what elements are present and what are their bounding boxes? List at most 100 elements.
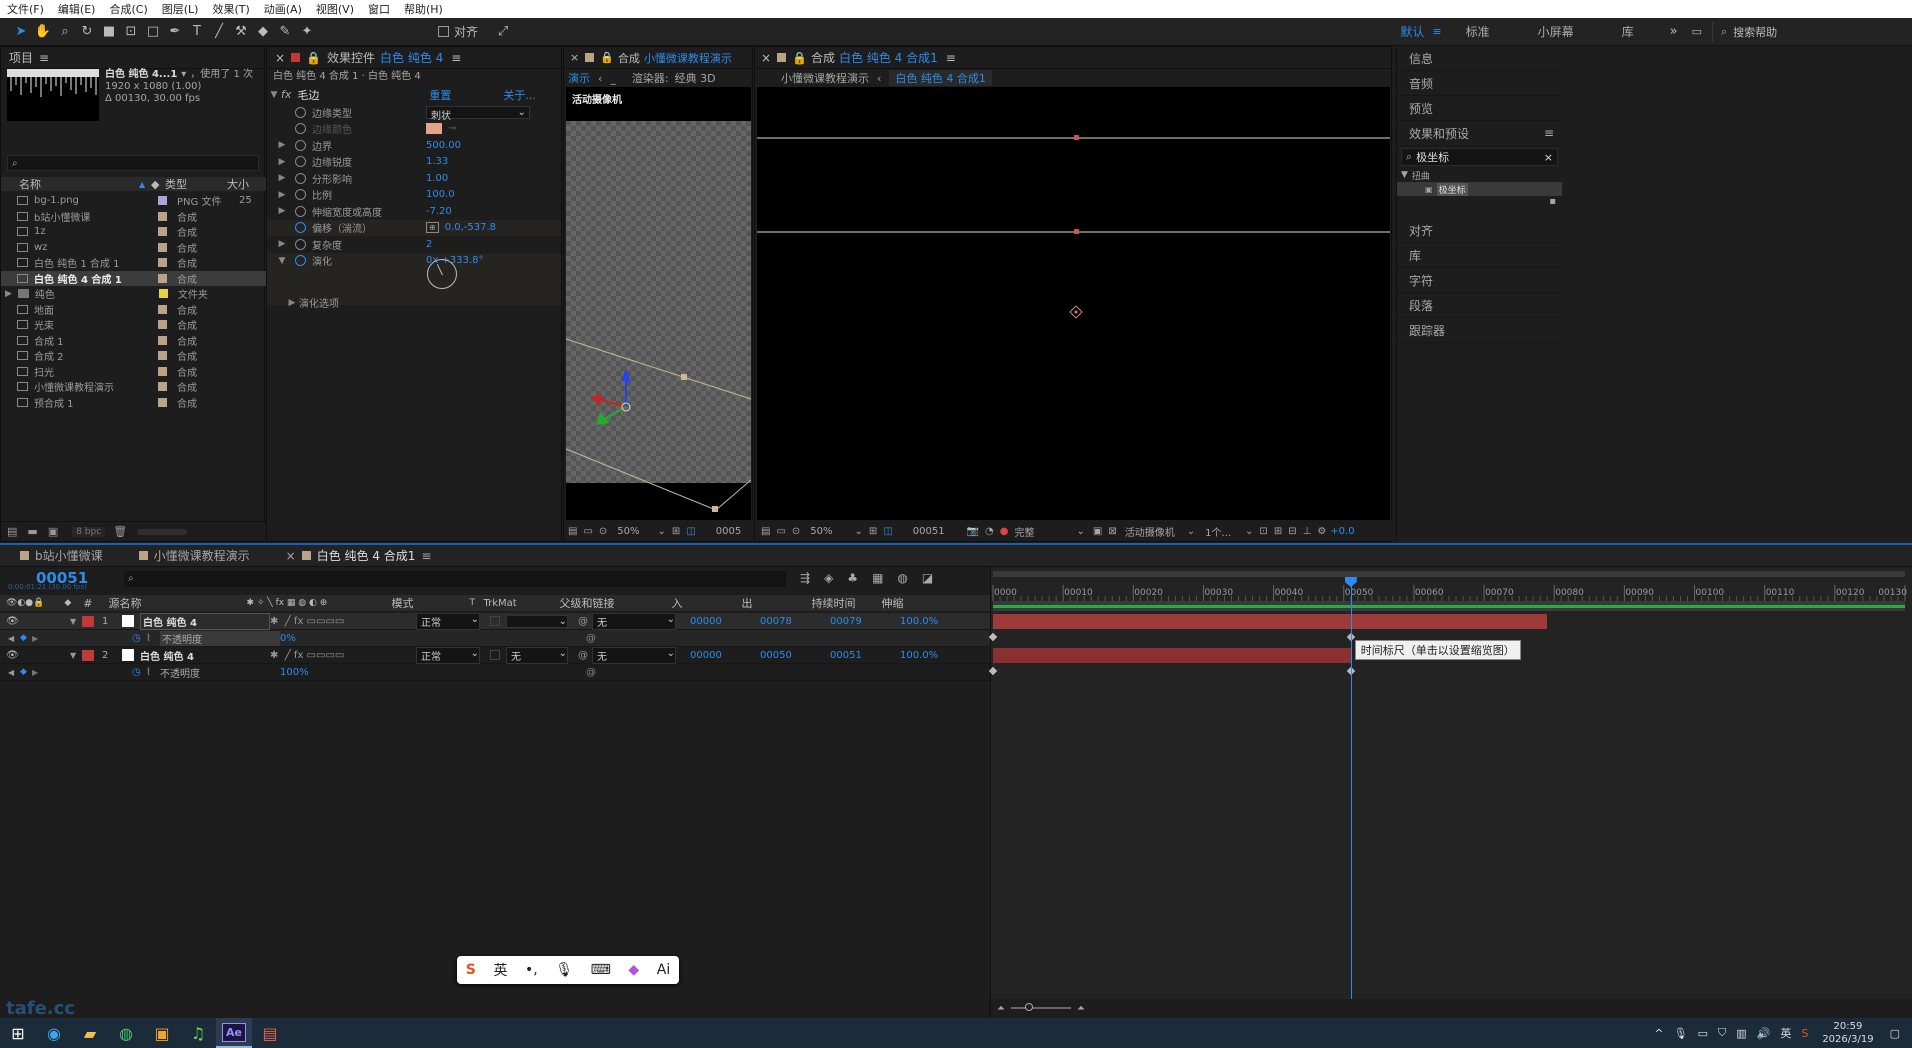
microphone-icon[interactable]: 🎙: [555, 962, 573, 978]
col-type-header[interactable]: 类型: [165, 176, 227, 192]
project-item[interactable]: bg-1.png PNG 文件 25: [1, 193, 266, 209]
interpret-footage-icon[interactable]: ▤: [7, 525, 17, 538]
expand-triangle-icon[interactable]: ▼: [267, 90, 281, 100]
timeline-tab-3[interactable]: 白色 纯色 4 合成1: [317, 547, 416, 564]
next-keyframe-icon[interactable]: ▶: [32, 634, 132, 643]
prev-keyframe-icon[interactable]: ◀: [8, 668, 20, 677]
info-panel[interactable]: 信息: [1397, 46, 1562, 71]
clear-search-icon[interactable]: ×: [1544, 151, 1553, 164]
puppet-tool-icon[interactable]: ✦: [296, 21, 318, 43]
preview-panel[interactable]: 预览: [1397, 96, 1562, 121]
expand-triangle-icon[interactable]: ▶: [275, 140, 289, 150]
comp-breadcrumb-parent[interactable]: 小懂微课教程演示: [781, 70, 869, 86]
comp-left-breadcrumb[interactable]: 演示: [568, 70, 590, 86]
label-color-swatch[interactable]: [158, 304, 167, 314]
effect-property-row[interactable]: 偏移（湍流） ⊕ 0.0,-537.8: [267, 219, 561, 236]
ime-ai-button[interactable]: Ai: [657, 962, 670, 978]
effect-controls-tab[interactable]: × 🔒 效果控件 白色 纯色 4 ≡: [267, 47, 561, 69]
close-icon[interactable]: ×: [286, 549, 296, 563]
trkmat-select[interactable]: 无 ⌄: [506, 646, 568, 664]
work-area-bar[interactable]: [993, 601, 1905, 611]
project-item[interactable]: 扫光 合成: [1, 364, 266, 380]
fx-icon[interactable]: fx: [281, 88, 291, 101]
layer-label-color[interactable]: [82, 649, 94, 661]
project-item[interactable]: 地面 合成: [1, 302, 266, 318]
layer-duration-bar[interactable]: [993, 648, 1351, 663]
label-color-swatch[interactable]: [158, 351, 167, 361]
stopwatch-icon[interactable]: [295, 238, 306, 250]
timeline-tab-1[interactable]: b站小懂微课: [35, 547, 103, 564]
chevron-down-icon[interactable]: ⌄: [658, 526, 666, 537]
network-icon[interactable]: ▥: [1736, 1027, 1746, 1040]
roto-brush-tool-icon[interactable]: ✎: [274, 21, 296, 43]
comp-left-canvas[interactable]: 活动摄像机: [566, 87, 751, 520]
property-value[interactable]: 100%: [280, 667, 586, 678]
label-color-swatch[interactable]: [158, 320, 167, 330]
stopwatch-icon[interactable]: [295, 255, 306, 267]
always-preview-icon[interactable]: ▤: [568, 526, 577, 537]
visibility-eye-icon[interactable]: 👁: [6, 616, 22, 627]
label-color-swatch[interactable]: [158, 258, 167, 268]
microphone-tray-icon[interactable]: 🎙: [1674, 1027, 1688, 1040]
resolution-select[interactable]: 完整: [1015, 524, 1035, 539]
comp-left-tab[interactable]: × 🔒 合成 小懂微课教程演示: [564, 47, 752, 69]
effect-property-row[interactable]: ▶ 边缘锐度 1.33: [267, 154, 561, 171]
fast-preview-icon[interactable]: ⊞: [1274, 526, 1282, 537]
menu-file[interactable]: 文件(F): [0, 1, 51, 17]
project-item[interactable]: ▶ 纯色 文件夹: [1, 286, 266, 302]
next-keyframe-icon[interactable]: ▶: [32, 668, 132, 677]
type-tool-icon[interactable]: T: [186, 21, 208, 43]
expand-triangle-icon[interactable]: ▶: [5, 289, 12, 299]
comp-breadcrumb-current[interactable]: 白色 纯色 4 合成1: [889, 70, 992, 86]
keyframe-diamond[interactable]: [988, 632, 998, 642]
graph-icon[interactable]: ⌇: [146, 633, 160, 644]
new-folder-icon[interactable]: ▪: [1397, 196, 1562, 218]
eraser-tool-icon[interactable]: ◆: [252, 21, 274, 43]
comp-right-canvas[interactable]: [757, 87, 1390, 520]
layer-duration-bar[interactable]: [993, 614, 1548, 629]
layer-in-point[interactable]: 00000: [690, 650, 760, 661]
workspace-menu-icon[interactable]: ≡: [1432, 25, 1441, 38]
stopwatch-icon[interactable]: [295, 222, 306, 234]
timeline-tab-2[interactable]: 小懂微课教程演示: [154, 547, 250, 564]
new-comp-icon[interactable]: ▣: [48, 525, 58, 538]
pan-behind-tool-icon[interactable]: ⊡: [120, 21, 142, 43]
after-effects-taskbar-icon[interactable]: Ae: [216, 1018, 252, 1048]
lock-icon[interactable]: 🔒: [792, 51, 807, 65]
expand-triangle-icon[interactable]: ▼: [70, 651, 82, 660]
comp-right-tab[interactable]: × 🔒 合成 白色 纯色 4 合成1 ≡: [755, 47, 1391, 69]
edge-type-select[interactable]: 刺状 ⌄: [426, 105, 530, 122]
project-item[interactable]: 1z 合成: [1, 224, 266, 240]
music-app-icon[interactable]: ♫: [180, 1018, 216, 1048]
close-icon[interactable]: ×: [761, 51, 771, 65]
stopwatch-icon[interactable]: [295, 106, 306, 118]
frame-blending-icon[interactable]: ▦: [872, 571, 883, 585]
snapshot-camera-icon[interactable]: 📷: [967, 526, 979, 537]
project-item[interactable]: 合成 1 合成: [1, 333, 266, 349]
expression-pick-whip-icon[interactable]: @: [586, 667, 596, 678]
flowchart-icon[interactable]: ⊥: [1303, 526, 1312, 537]
keyframe-diamond[interactable]: [988, 666, 998, 676]
monitor-icon[interactable]: ▭: [583, 526, 592, 537]
show-snapshot-icon[interactable]: ◔: [985, 526, 994, 537]
project-item[interactable]: 合成 2 合成: [1, 348, 266, 364]
menu-edit[interactable]: 编辑(E): [51, 1, 103, 17]
add-keyframe-icon[interactable]: ◆: [20, 633, 32, 643]
col-size-header[interactable]: 大小: [227, 176, 249, 192]
evolution-options[interactable]: 演化选项: [299, 295, 339, 310]
character-panel[interactable]: 字符: [1397, 268, 1562, 293]
panel-menu-icon[interactable]: ≡: [451, 51, 461, 65]
effect-property-row[interactable]: ▶ 边界 500.00: [267, 137, 561, 154]
toggle-pixel-aspect-icon[interactable]: ⊡: [1259, 526, 1267, 537]
stopwatch-icon[interactable]: [295, 123, 306, 135]
crosshair-icon[interactable]: ⊕: [426, 222, 439, 234]
project-item[interactable]: 白色 纯色 1 合成 1 合成: [1, 255, 266, 271]
label-color-swatch[interactable]: [158, 335, 167, 345]
color-channels-icon[interactable]: ●: [1000, 526, 1009, 537]
rectangle-tool-icon[interactable]: □: [142, 21, 164, 43]
current-time-indicator[interactable]: [1350, 577, 1352, 1017]
blend-mode-select[interactable]: 正常 ⌄: [416, 612, 480, 630]
chevron-left-icon[interactable]: ‹: [877, 72, 881, 85]
ime-language-toggle[interactable]: 英: [493, 960, 507, 980]
zoom-in-icon[interactable]: ⏶: [1077, 1003, 1085, 1014]
